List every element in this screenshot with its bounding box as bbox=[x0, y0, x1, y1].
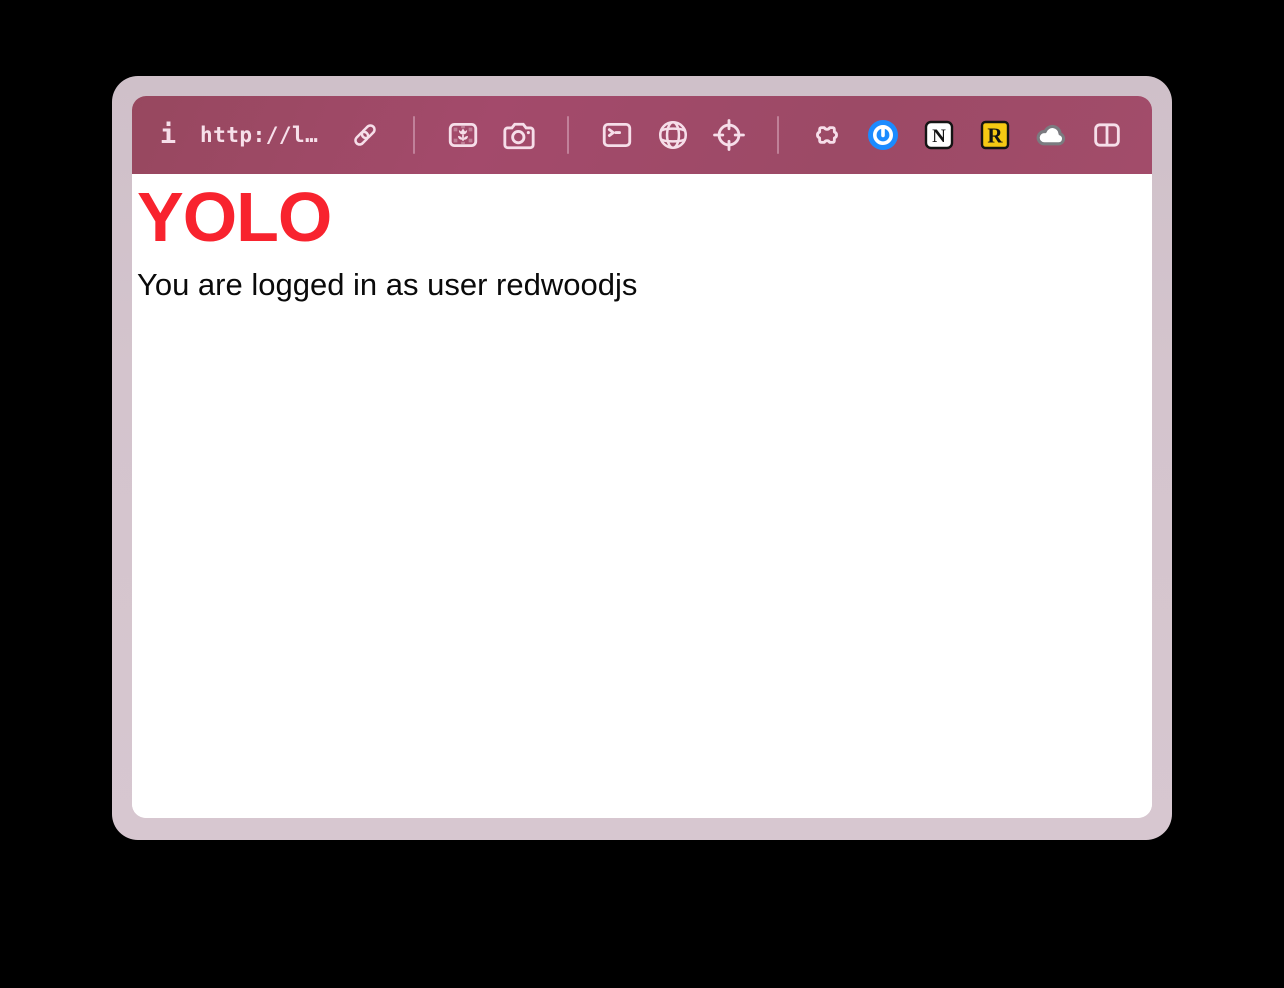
info-icon[interactable]: i bbox=[158, 118, 178, 152]
page-content: YOLO You are logged in as user redwoodjs bbox=[132, 174, 1152, 818]
split-view-icon[interactable] bbox=[1090, 118, 1124, 152]
toolbar-divider bbox=[567, 116, 569, 154]
puzzle-extensions-icon[interactable] bbox=[810, 118, 844, 152]
image-flower-icon[interactable] bbox=[446, 118, 480, 152]
terminal-icon[interactable] bbox=[600, 118, 634, 152]
notion-letter: N bbox=[932, 126, 946, 147]
readwise-icon[interactable]: R bbox=[978, 118, 1012, 152]
url-field[interactable]: http://l… bbox=[200, 123, 326, 147]
camera-icon[interactable] bbox=[502, 118, 536, 152]
onepassword-icon[interactable] bbox=[866, 118, 900, 152]
crosshair-icon[interactable] bbox=[712, 118, 746, 152]
link-icon[interactable] bbox=[348, 118, 382, 152]
login-status-text: You are logged in as user redwoodjs bbox=[137, 267, 638, 303]
desktop-background: i http://l… N R YOLO You are logged in a… bbox=[0, 0, 1284, 988]
cloud-icon[interactable] bbox=[1034, 118, 1068, 152]
toolbar-divider bbox=[777, 116, 779, 154]
page-title: YOLO bbox=[137, 178, 332, 256]
browser-toolbar: i http://l… N R bbox=[132, 96, 1152, 174]
notion-icon[interactable]: N bbox=[922, 118, 956, 152]
readwise-letter: R bbox=[987, 124, 1003, 148]
browser-window-inner: i http://l… N R YOLO You are logged in a… bbox=[132, 96, 1152, 818]
toolbar-divider bbox=[413, 116, 415, 154]
browser-window: i http://l… N R YOLO You are logged in a… bbox=[112, 76, 1172, 840]
globe-icon[interactable] bbox=[656, 118, 690, 152]
